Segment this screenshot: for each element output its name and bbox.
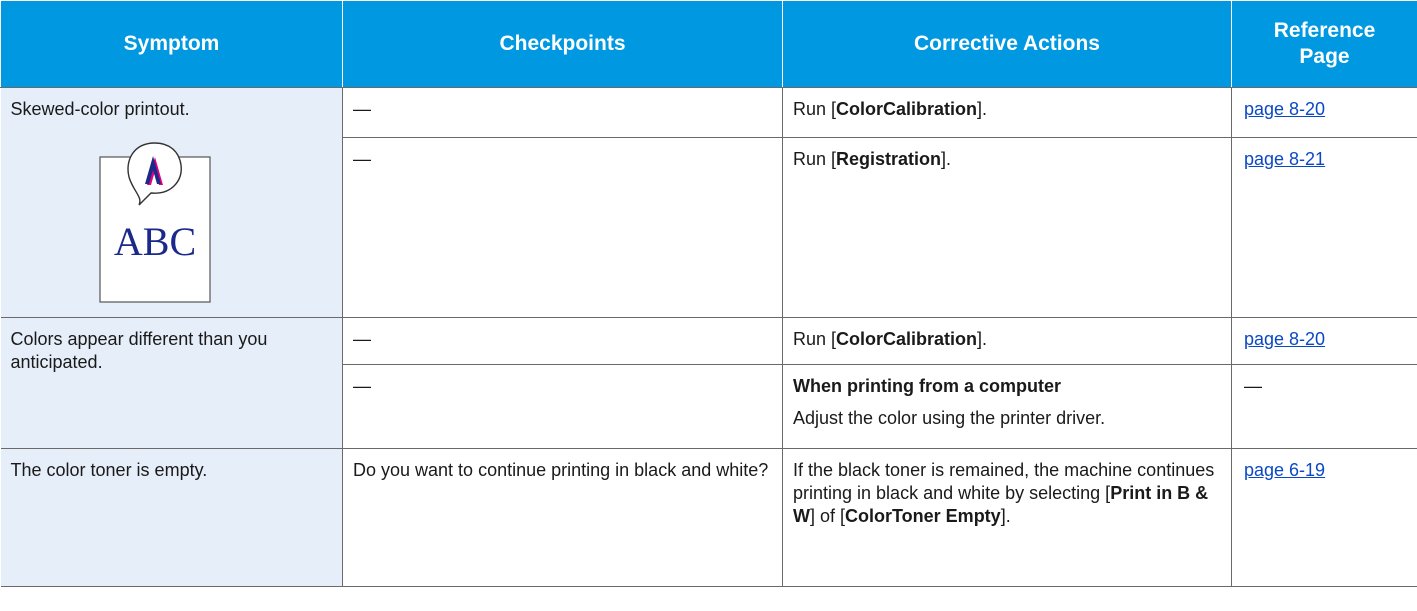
reference-link[interactable]: page 8-20 — [1244, 99, 1325, 119]
checkpoint-cell: — — [342, 317, 783, 365]
symptom-cell: The color toner is empty. — [0, 448, 343, 587]
header-row: Symptom Checkpoints Corrective Actions R… — [0, 0, 1417, 88]
illustration-text: ABC — [113, 219, 195, 264]
table-row: Skewed-color printout. ABC — Run [ColorC… — [0, 87, 1417, 318]
symptom-text: The color toner is empty. — [10, 460, 208, 480]
checkpoint-cell: — — [342, 136, 783, 319]
reference-cell: — — [1231, 364, 1417, 449]
header-checkpoints: Checkpoints — [342, 0, 783, 88]
reference-cell: page 6-19 — [1231, 448, 1417, 587]
symptom-text: Skewed-color printout. — [10, 99, 190, 119]
skewed-color-illustration: ABC — [98, 142, 211, 303]
header-symptom: Symptom — [0, 0, 343, 88]
action-text: Adjust the color using the printer drive… — [793, 408, 1106, 428]
action-cell: When printing from a computer Adjust the… — [782, 364, 1232, 449]
reference-cell: page 8-21 — [1231, 136, 1417, 319]
troubleshooting-table: Symptom Checkpoints Corrective Actions R… — [0, 0, 1417, 587]
reference-link[interactable]: page 6-19 — [1244, 460, 1325, 480]
checkpoint-cell: — — [342, 87, 783, 138]
action-cell: Run [Registration]. — [782, 136, 1232, 319]
symptom-cell: Skewed-color printout. ABC — [0, 87, 343, 318]
checkpoint-text: Do you want to continue printing in blac… — [353, 460, 769, 480]
reference-link[interactable]: page 8-21 — [1244, 149, 1325, 169]
header-corrective-actions: Corrective Actions — [782, 0, 1232, 88]
symptom-text: Colors appear different than you anticip… — [10, 329, 268, 372]
table-row: Colors appear different than you anticip… — [0, 317, 1417, 449]
action-cell: If the black toner is remained, the mach… — [782, 448, 1232, 587]
action-heading: When printing from a computer — [793, 376, 1061, 396]
reference-cell: page 8-20 — [1231, 317, 1417, 365]
checkpoint-cell: Do you want to continue printing in blac… — [342, 448, 783, 587]
symptom-cell: Colors appear different than you anticip… — [0, 317, 343, 449]
action-cell: Run [ColorCalibration]. — [782, 317, 1232, 365]
checkpoint-cell: — — [342, 364, 783, 449]
table-row: The color toner is empty. Do you want to… — [0, 448, 1417, 587]
header-reference-page: Reference Page — [1231, 0, 1417, 88]
action-cell: Run [ColorCalibration]. — [782, 87, 1232, 138]
reference-link[interactable]: page 8-20 — [1244, 329, 1325, 349]
reference-cell: page 8-20 — [1231, 87, 1417, 138]
